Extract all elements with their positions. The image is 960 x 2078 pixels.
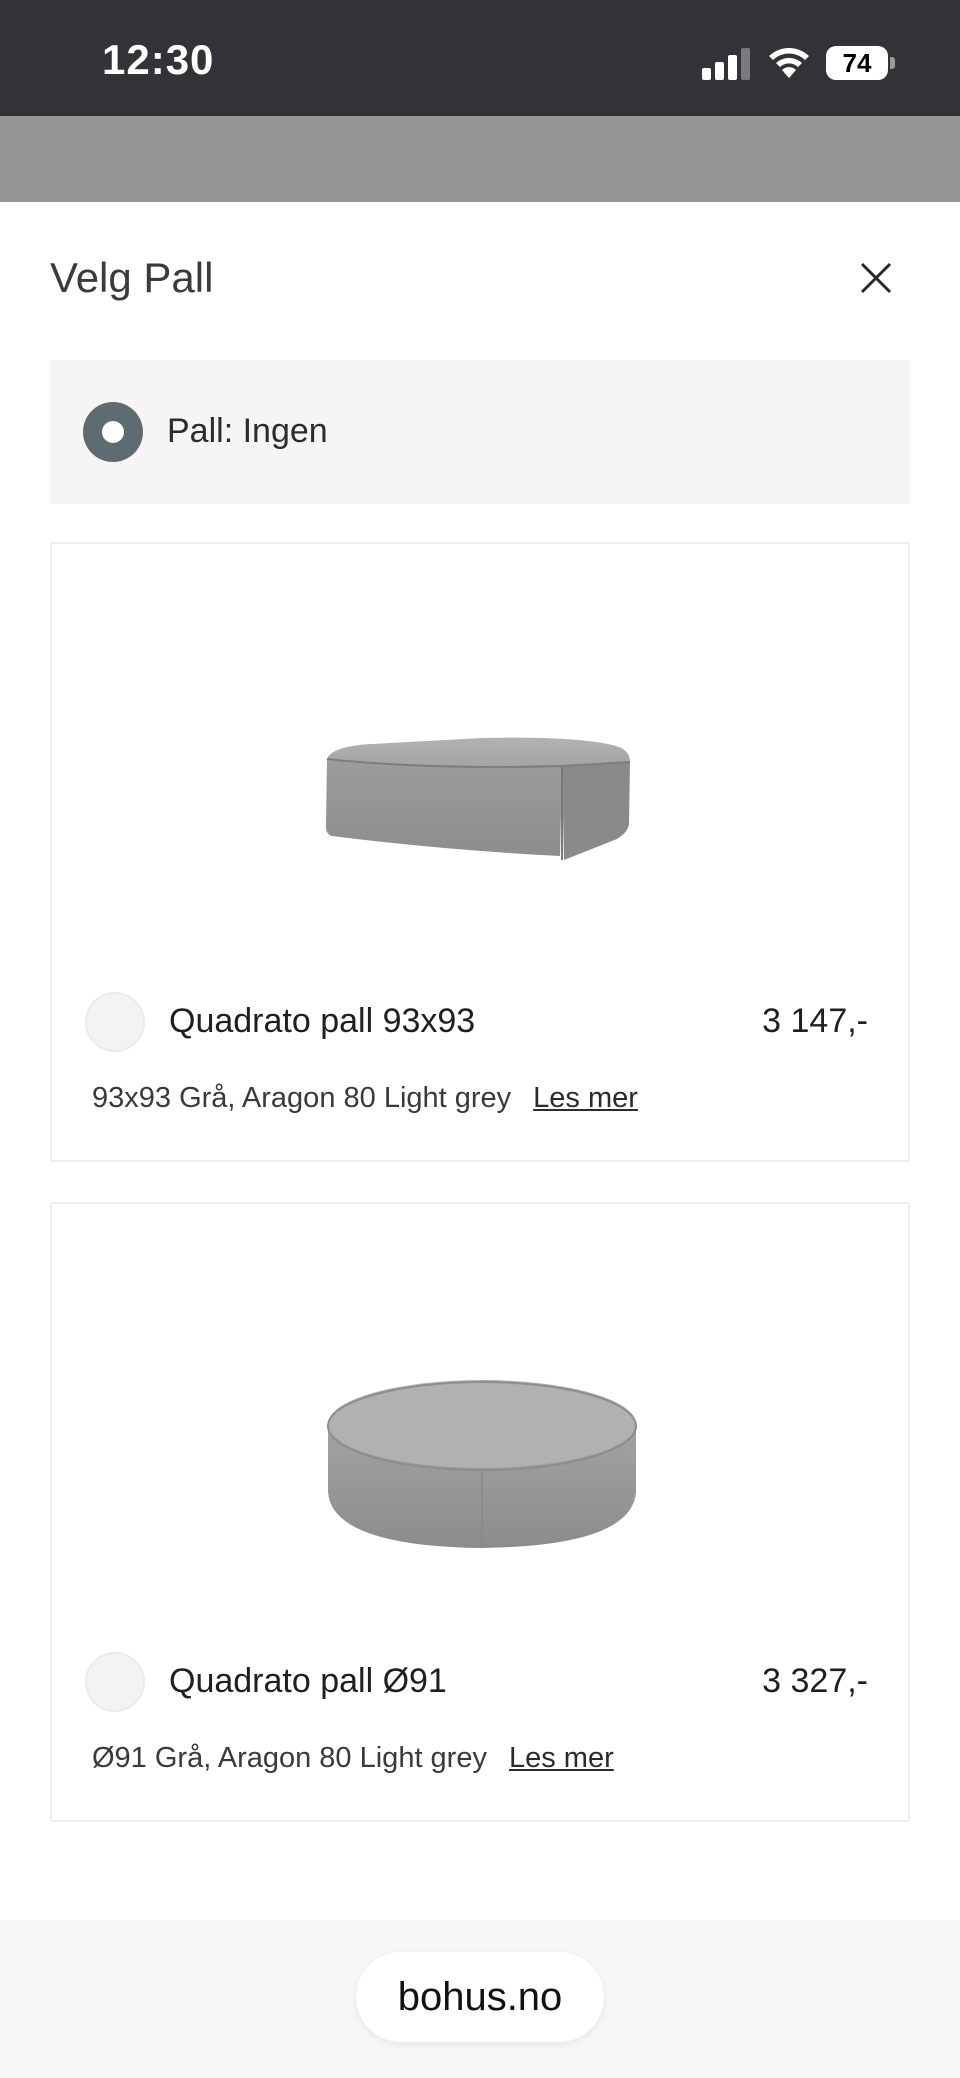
battery-icon: 74 (826, 46, 896, 80)
sheet-title: Velg Pall (50, 254, 214, 301)
product-variant: 93x93 Grå, Aragon 80 Light grey (92, 1082, 512, 1114)
option-none-label: Pall: Ingen (167, 412, 328, 450)
round-ottoman-image (327, 1380, 637, 1548)
status-bar: 12:30 74 (0, 0, 960, 116)
cellular-signal-icon (702, 48, 750, 80)
product-description: Ø91 Grå, Aragon 80 Light grey Les mer (92, 1742, 614, 1775)
radio-unselected[interactable] (85, 992, 145, 1052)
radio-selected[interactable] (83, 402, 143, 462)
radio-unselected[interactable] (85, 1652, 145, 1712)
select-ottoman-sheet: Velg Pall Pall: Ingen Quadrato pall 93x9… (0, 202, 960, 1922)
product-description: 93x93 Grå, Aragon 80 Light grey Les mer (92, 1082, 638, 1115)
address-bar[interactable]: bohus.no (356, 1952, 604, 2042)
product-name: Quadrato pall Ø91 (169, 1662, 447, 1700)
square-ottoman-image (325, 737, 631, 860)
product-card-round[interactable]: Quadrato pall Ø91 3 327,- Ø91 Grå, Arago… (50, 1202, 910, 1822)
product-price: 3 147,- (762, 1002, 868, 1040)
product-card-square[interactable]: Quadrato pall 93x93 3 147,- 93x93 Grå, A… (50, 542, 910, 1162)
product-variant: Ø91 Grå, Aragon 80 Light grey (92, 1742, 487, 1774)
battery-level: 74 (826, 46, 888, 80)
read-more-link[interactable]: Les mer (509, 1742, 614, 1774)
battery-tip (890, 57, 895, 69)
status-time: 12:30 (102, 36, 215, 83)
close-icon[interactable] (852, 254, 900, 302)
modal-backdrop[interactable] (0, 116, 960, 202)
product-name: Quadrato pall 93x93 (169, 1002, 476, 1040)
option-none[interactable]: Pall: Ingen (50, 360, 910, 504)
browser-bottom-bar: bohus.no (0, 1920, 960, 2078)
read-more-link[interactable]: Les mer (533, 1082, 638, 1114)
wifi-icon (769, 48, 809, 78)
product-price: 3 327,- (762, 1662, 868, 1700)
